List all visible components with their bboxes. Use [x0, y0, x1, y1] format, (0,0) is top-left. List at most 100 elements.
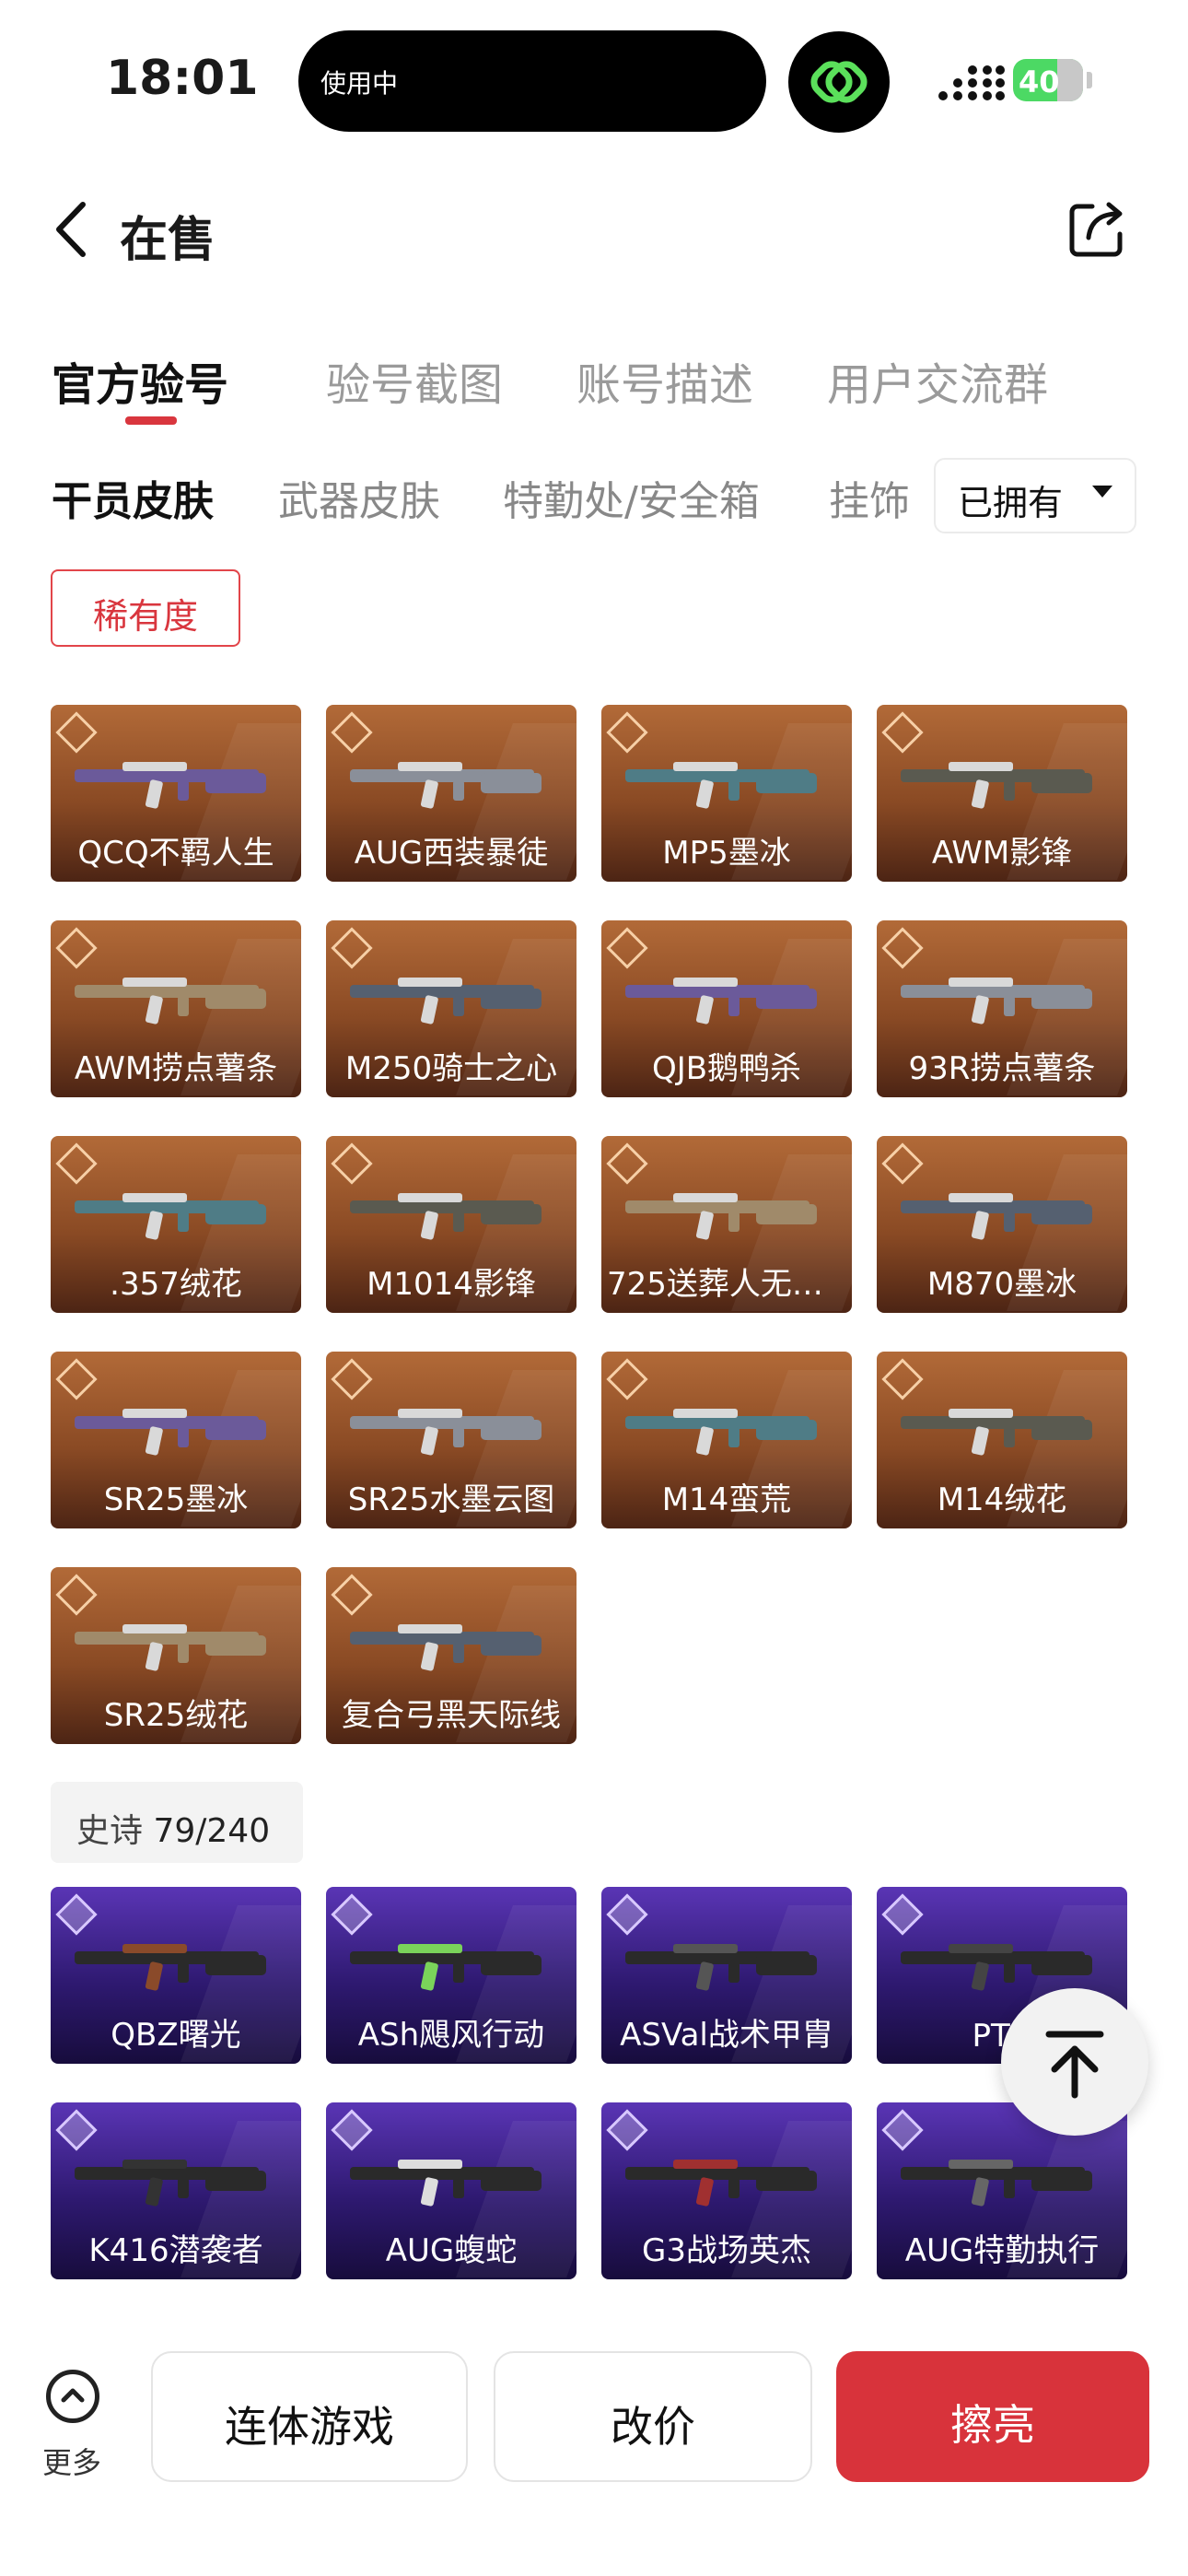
epic-card[interactable]: G3战场英杰: [601, 2102, 852, 2279]
weapon-image: [343, 1927, 560, 2001]
weapon-name: 复合弓黑天际线: [342, 1697, 561, 1734]
owned-filter-dropdown[interactable]: 已拥有: [934, 458, 1136, 533]
weapon-image: [618, 961, 835, 1035]
weapon-image: [343, 1608, 560, 1681]
weapon-image: [618, 1177, 835, 1250]
weapon-image: [893, 1177, 1111, 1250]
more-label: 更多: [42, 2445, 102, 2480]
battery-tip: [1087, 72, 1092, 88]
legendary-card[interactable]: QJB鹅鸭杀: [601, 920, 852, 1097]
subtab-pendants[interactable]: 挂饰: [829, 468, 914, 527]
tab-user-group[interactable]: 用户交流群: [827, 348, 1048, 413]
legendary-card[interactable]: M870墨冰: [877, 1136, 1127, 1313]
weapon-name: AUG西装暴徒: [354, 835, 549, 872]
weapon-image: [67, 745, 285, 819]
tab-account-description[interactable]: 账号描述: [577, 348, 753, 413]
weapon-image: [67, 1177, 285, 1250]
status-time: 18:01: [106, 51, 259, 106]
game-button-label: 连体游戏: [225, 2402, 394, 2452]
weapon-name: AUG蝮蛇: [385, 2232, 518, 2269]
weapon-name: AWM捞点薯条: [74, 1050, 278, 1087]
legendary-card[interactable]: SR25绒花: [51, 1567, 301, 1744]
legendary-card[interactable]: M14绒花: [877, 1352, 1127, 1528]
weapon-name: K416潜袭者: [88, 2232, 263, 2269]
weapon-image: [67, 1392, 285, 1466]
tab-verification-screenshots[interactable]: 验号截图: [326, 348, 503, 413]
legendary-card[interactable]: .357绒花: [51, 1136, 301, 1313]
legendary-card[interactable]: AWM影锋: [877, 705, 1127, 882]
weapon-image: [343, 1177, 560, 1250]
subtab-operator-skins[interactable]: 干员皮肤: [52, 468, 214, 527]
legendary-card[interactable]: AUG西装暴徒: [326, 705, 577, 882]
scroll-to-top-button[interactable]: [1001, 1988, 1148, 2136]
weapon-image: [67, 2143, 285, 2217]
weapon-name: QJB鹅鸭杀: [651, 1050, 802, 1087]
weapon-name: MP5墨冰: [662, 835, 791, 872]
weapon-image: [618, 745, 835, 819]
weapon-image: [618, 1927, 835, 2001]
weapon-image: [893, 2143, 1111, 2217]
page-title: 在售: [120, 213, 216, 268]
epic-card[interactable]: AUG蝮蛇: [326, 2102, 577, 2279]
epic-card[interactable]: ASVal战术甲胄: [601, 1887, 852, 2064]
weapon-image: [893, 745, 1111, 819]
weapon-name: SR25水墨云图: [347, 1481, 555, 1518]
back-icon[interactable]: [48, 197, 103, 262]
weapon-image: [343, 961, 560, 1035]
weapon-image: [893, 1392, 1111, 1466]
weapon-name: QBZ曙光: [111, 2017, 241, 2054]
polish-button[interactable]: 擦亮: [836, 2351, 1149, 2482]
epic-card[interactable]: ASh飓风行动: [326, 1887, 577, 2064]
epic-section-header: 史诗 79/240: [51, 1782, 303, 1863]
chevron-up-circle-icon: [46, 2370, 99, 2423]
weapon-name: ASh飓风行动: [357, 2017, 545, 2054]
epic-count: 79/240: [153, 1812, 271, 1850]
weapon-name: ASVal战术甲胄: [620, 2017, 833, 2054]
arrow-up-icon: [1045, 2031, 1104, 2099]
weapon-image: [618, 2143, 835, 2217]
island-text: 使用中: [320, 68, 399, 99]
legendary-card[interactable]: M1014影锋: [326, 1136, 577, 1313]
weapon-name: QCQ不羁人生: [77, 835, 274, 872]
legendary-card[interactable]: SR25墨冰: [51, 1352, 301, 1528]
weapon-name: M1014影锋: [367, 1266, 536, 1303]
legendary-card[interactable]: M14蛮荒: [601, 1352, 852, 1528]
legendary-card[interactable]: 93R捞点薯条: [877, 920, 1127, 1097]
weapon-name: SR25绒花: [103, 1697, 249, 1734]
legendary-card[interactable]: SR25水墨云图: [326, 1352, 577, 1528]
legendary-card[interactable]: QCQ不羁人生: [51, 705, 301, 882]
change-price-label: 改价: [611, 2402, 695, 2452]
subtab-weapon-skins[interactable]: 武器皮肤: [278, 468, 440, 527]
legendary-card[interactable]: 725送葬人无题...: [601, 1136, 852, 1313]
subtab-safe-box[interactable]: 特勤处/安全箱: [503, 468, 760, 527]
legendary-card[interactable]: AWM捞点薯条: [51, 920, 301, 1097]
live-activity-icon: [788, 31, 890, 133]
game-button[interactable]: 连体游戏: [151, 2351, 468, 2482]
weapon-image: [67, 961, 285, 1035]
dynamic-island: 使用中: [298, 30, 766, 132]
weapon-name: AWM影锋: [931, 835, 1073, 872]
legendary-card[interactable]: 复合弓黑天际线: [326, 1567, 577, 1744]
battery-level: 40: [1019, 64, 1060, 100]
weapon-image: [67, 1608, 285, 1681]
epic-card[interactable]: QBZ曙光: [51, 1887, 301, 2064]
polish-label: 擦亮: [950, 2400, 1035, 2450]
epic-card[interactable]: K416潜袭者: [51, 2102, 301, 2279]
more-button[interactable]: 更多: [37, 2359, 114, 2480]
weapon-name: 725送葬人无题...: [607, 1266, 852, 1303]
change-price-button[interactable]: 改价: [494, 2351, 812, 2482]
rarity-filter-button[interactable]: 稀有度: [51, 569, 240, 647]
owned-filter-label: 已拥有: [958, 483, 1064, 523]
weapon-name: M14蛮荒: [661, 1481, 792, 1518]
weapon-image: [893, 961, 1111, 1035]
weapon-name: M250骑士之心: [344, 1050, 558, 1087]
battery-icon: 40: [1013, 59, 1083, 101]
share-icon[interactable]: [1065, 197, 1129, 262]
legendary-card[interactable]: M250骑士之心: [326, 920, 577, 1097]
weapon-name: .357绒花: [110, 1266, 242, 1303]
tab-official-verification[interactable]: 官方验号: [52, 348, 228, 413]
legendary-card[interactable]: MP5墨冰: [601, 705, 852, 882]
weapon-name: M870墨冰: [926, 1266, 1077, 1303]
active-tab-indicator: [125, 416, 177, 425]
weapon-image: [67, 1927, 285, 2001]
